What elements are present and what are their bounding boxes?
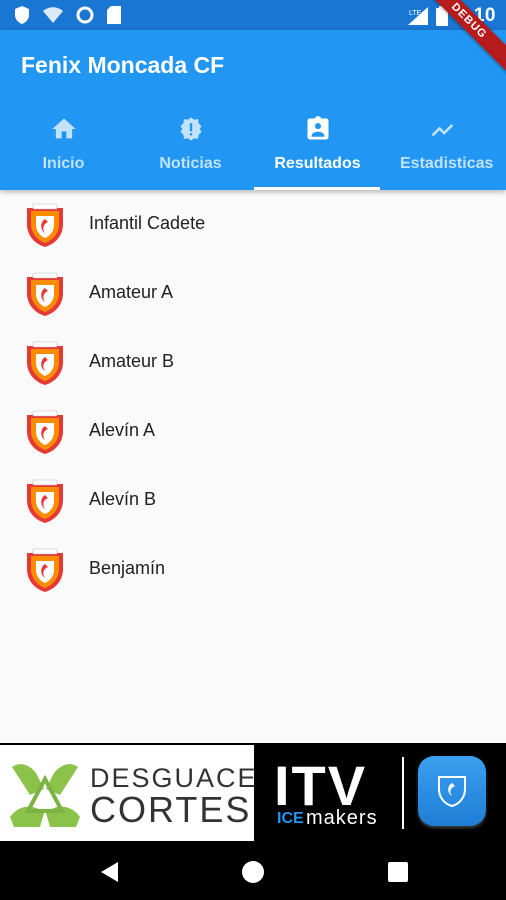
desguace-cortes-ad[interactable]: DESGUACE CORTES	[0, 745, 256, 841]
team-crest-icon	[27, 272, 63, 316]
assignment-icon	[307, 116, 328, 140]
shield-icon	[15, 6, 29, 24]
tab-label: Noticias	[159, 155, 222, 172]
team-name: Alevín B	[89, 489, 157, 509]
tab-estadisticas[interactable]: Estadisticas	[381, 110, 506, 190]
team-list-item[interactable]: Infantil Cadete	[0, 190, 506, 259]
sd-card-icon	[107, 6, 121, 24]
app-screen: LTE 5:10 DEBUG Fenix Moncada CF Inicio N…	[0, 0, 506, 900]
team-list-item[interactable]: Amateur B	[0, 328, 506, 397]
team-crest-icon	[27, 203, 63, 247]
team-name: Benjamín	[89, 558, 166, 578]
sync-icon	[76, 6, 94, 24]
app-logo-icon[interactable]	[418, 756, 486, 826]
team-list-item[interactable]: Benjamín	[0, 535, 506, 604]
team-name: Amateur B	[89, 351, 175, 371]
team-list-item[interactable]: Amateur A	[0, 259, 506, 328]
team-name: Amateur A	[89, 282, 174, 302]
network-type-label: LTE	[409, 10, 422, 17]
brand-divider	[402, 757, 404, 829]
team-list: Infantil Cadete Amateur A Amateur B Alev…	[0, 190, 506, 604]
tab-indicator	[254, 187, 380, 190]
alert-icon	[180, 117, 201, 141]
back-icon[interactable]	[98, 860, 122, 884]
tab-label: Inicio	[42, 155, 85, 172]
tab-bar: Inicio Noticias Resultados Estadisticas	[0, 110, 506, 190]
tab-noticias[interactable]: Noticias	[127, 110, 254, 190]
team-crest-icon	[27, 341, 63, 385]
recents-icon[interactable]	[386, 860, 410, 884]
trending-up-icon	[431, 124, 454, 137]
team-list-item[interactable]: Alevín B	[0, 466, 506, 535]
system-nav-bar	[0, 843, 506, 900]
home-icon	[51, 118, 76, 139]
ice-text: ICE	[277, 810, 304, 827]
team-crest-icon	[27, 479, 63, 523]
team-name: Infantil Cadete	[89, 213, 206, 233]
signal-icon: LTE	[407, 7, 428, 25]
tab-label: Estadisticas	[400, 155, 494, 172]
cortes-text: CORTES	[90, 789, 252, 830]
tab-label: Resultados	[274, 155, 361, 172]
team-crest-icon	[27, 548, 63, 592]
app-title: Fenix Moncada CF	[21, 52, 225, 78]
crest-outline-icon	[438, 776, 466, 807]
ad-banner[interactable]: DESGUACE CORTES ITV ICE makers	[0, 743, 506, 843]
team-crest-icon	[27, 410, 63, 454]
tab-inicio[interactable]: Inicio	[0, 110, 127, 190]
team-list-item[interactable]: Alevín A	[0, 397, 506, 466]
status-bar: LTE 5:10	[0, 0, 506, 30]
home-button-icon[interactable]	[241, 860, 265, 884]
makers-text: makers	[306, 807, 378, 829]
team-name: Alevín A	[89, 420, 156, 440]
tab-resultados[interactable]: Resultados	[254, 110, 381, 190]
desguace-logo-icon	[10, 764, 80, 827]
app-bar: Fenix Moncada CF Inicio Noticias Resulta…	[0, 30, 506, 190]
wifi-icon	[43, 7, 63, 23]
